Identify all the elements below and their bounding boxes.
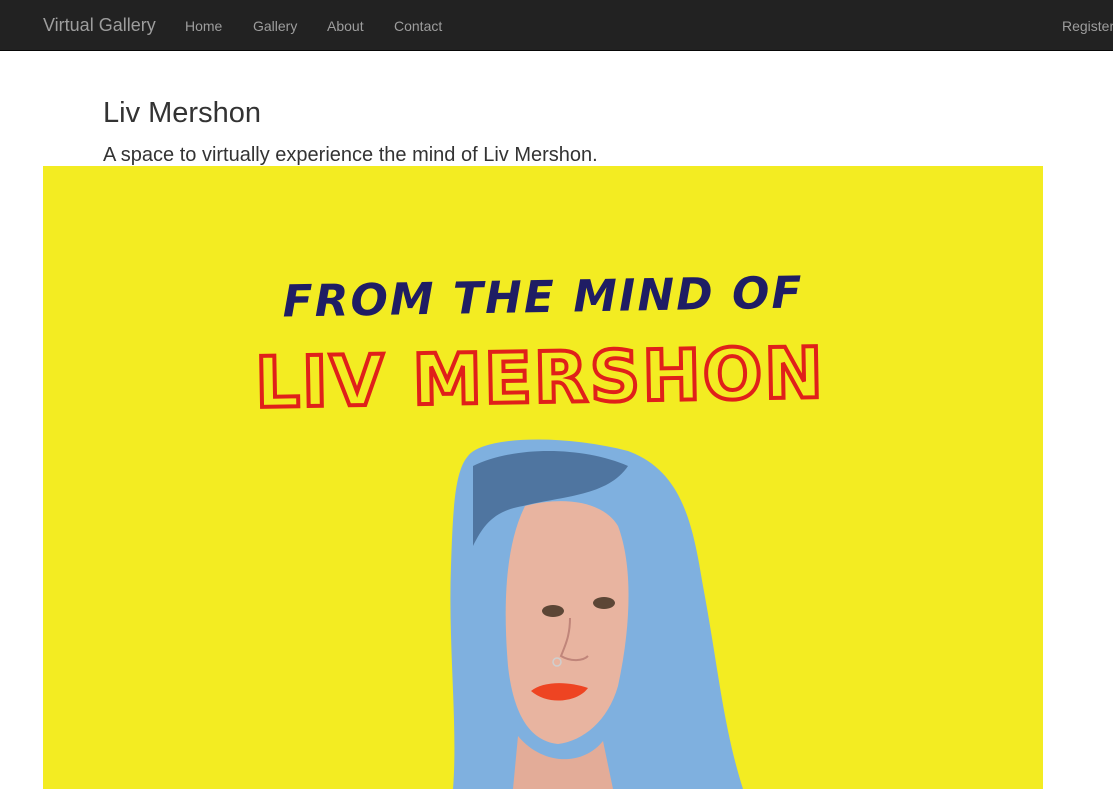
nav-home-link[interactable]: Home: [185, 17, 222, 35]
hero-image: FROM THE MIND OF LIV MERSHON: [43, 166, 1043, 789]
hero-line1-text: FROM THE MIND OF: [282, 267, 804, 327]
right-eye: [593, 597, 615, 609]
nav-contact-link[interactable]: Contact: [394, 17, 442, 35]
page-title: Liv Mershon: [103, 97, 261, 129]
hero-artwork: FROM THE MIND OF LIV MERSHON: [43, 166, 1043, 789]
top-navbar: Virtual Gallery Home Gallery About Conta…: [0, 0, 1113, 51]
left-eye: [542, 605, 564, 617]
page-subtitle: A space to virtually experience the mind…: [103, 144, 598, 166]
nav-register-link[interactable]: Register: [1062, 17, 1113, 35]
brand-link[interactable]: Virtual Gallery: [43, 15, 156, 35]
nav-gallery-link[interactable]: Gallery: [253, 17, 297, 35]
hero-line2-text: LIV MERSHON: [255, 332, 826, 424]
nav-about-link[interactable]: About: [327, 17, 364, 35]
